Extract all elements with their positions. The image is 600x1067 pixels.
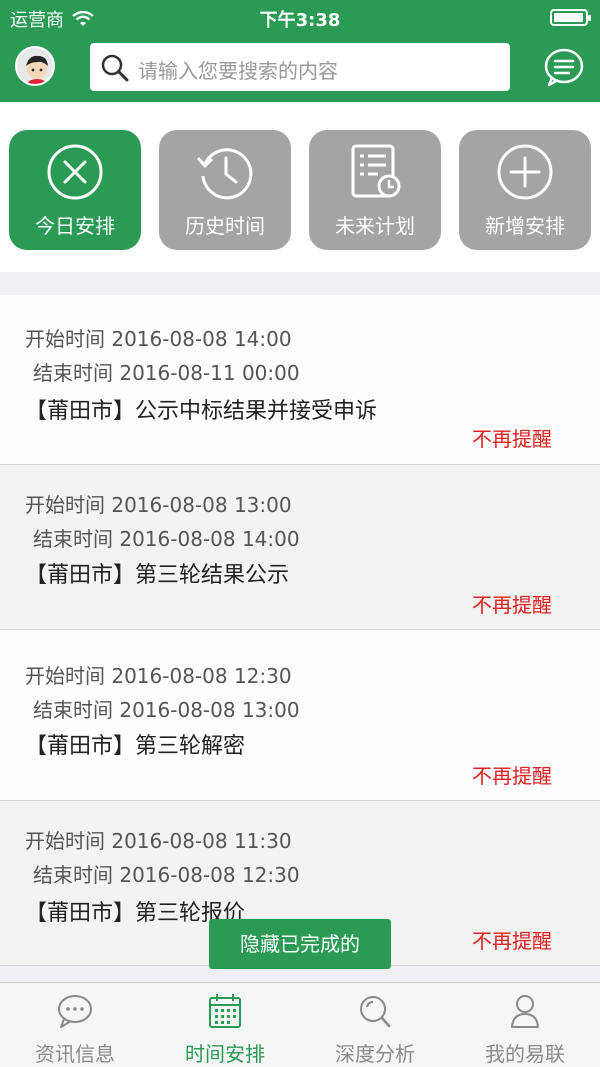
dismiss-reminder-button[interactable]: 不再提醒 <box>472 925 552 954</box>
tab-news[interactable]: 资讯信息 <box>0 983 150 1067</box>
segment-label: 历史时间 <box>185 214 265 238</box>
list-item[interactable]: 开始时间 2016-08-08 14:00 结束时间 2016-08-11 00… <box>0 295 600 465</box>
plan-list-icon <box>351 144 401 198</box>
end-time: 结束时间 2016-08-11 00:00 <box>33 361 300 385</box>
segment-today[interactable]: 今日安排 <box>9 130 141 250</box>
segment-future[interactable]: 未来计划 <box>309 130 441 250</box>
item-title: 【莆田市】第三轮结果公示 <box>25 563 290 588</box>
person-icon <box>511 995 539 1028</box>
message-icon[interactable] <box>543 47 585 87</box>
item-title: 【莆田市】第三轮解密 <box>25 734 246 759</box>
close-circle-icon <box>47 144 103 200</box>
start-time: 开始时间 2016-08-08 12:30 <box>25 664 292 688</box>
list-item[interactable]: 开始时间 2016-08-08 13:00 结束时间 2016-08-08 14… <box>0 465 600 630</box>
status-time: 下午3:38 <box>259 10 341 31</box>
magnifier-icon <box>360 996 391 1028</box>
item-title: 【莆田市】公示中标结果并接受申诉 <box>25 399 378 424</box>
calendar-icon <box>209 994 241 1028</box>
segment-label: 今日安排 <box>35 214 115 238</box>
search-placeholder: 请输入您要搜索的内容 <box>138 59 338 83</box>
chat-bubble-icon <box>58 995 92 1028</box>
start-time: 开始时间 2016-08-08 11:30 <box>25 829 292 853</box>
top-bar: 运营商 下午3:38 请输入您要搜索的内容 <box>0 0 600 102</box>
tab-schedule[interactable]: 时间安排 <box>150 983 300 1067</box>
dismiss-reminder-button[interactable]: 不再提醒 <box>472 423 552 452</box>
end-time: 结束时间 2016-08-08 12:30 <box>33 863 300 887</box>
segment-control: 今日安排 历史时间 未来计划 新增安排 <box>0 102 600 272</box>
hide-completed-button[interactable]: 隐藏已完成的 <box>209 919 391 969</box>
tab-label: 资讯信息 <box>35 1042 115 1066</box>
dismiss-reminder-button[interactable]: 不再提醒 <box>472 760 552 789</box>
end-time: 结束时间 2016-08-08 14:00 <box>33 527 300 551</box>
tab-bar: 资讯信息 时间安排 深度分析 我的易联 <box>0 982 600 1067</box>
start-time: 开始时间 2016-08-08 14:00 <box>25 327 292 351</box>
segment-add[interactable]: 新增安排 <box>459 130 591 250</box>
tab-label: 我的易联 <box>485 1042 565 1066</box>
search-input[interactable]: 请输入您要搜索的内容 <box>90 43 510 91</box>
tab-profile[interactable]: 我的易联 <box>450 983 600 1067</box>
add-circle-icon <box>497 144 553 200</box>
search-icon <box>101 54 129 82</box>
segment-label: 新增安排 <box>485 214 565 238</box>
tab-label: 深度分析 <box>335 1042 415 1066</box>
tab-label: 时间安排 <box>185 1042 265 1066</box>
tab-analysis[interactable]: 深度分析 <box>300 983 450 1067</box>
segment-label: 未来计划 <box>335 214 415 238</box>
end-time: 结束时间 2016-08-08 13:00 <box>33 698 300 722</box>
avatar[interactable] <box>15 46 55 86</box>
list-item[interactable]: 开始时间 2016-08-08 12:30 结束时间 2016-08-08 13… <box>0 630 600 801</box>
history-clock-icon <box>196 148 253 200</box>
start-time: 开始时间 2016-08-08 13:00 <box>25 493 292 517</box>
battery-icon <box>550 9 591 26</box>
segment-history[interactable]: 历史时间 <box>159 130 291 250</box>
status-bar: 运营商 下午3:38 <box>0 0 600 34</box>
dismiss-reminder-button[interactable]: 不再提醒 <box>472 589 552 618</box>
